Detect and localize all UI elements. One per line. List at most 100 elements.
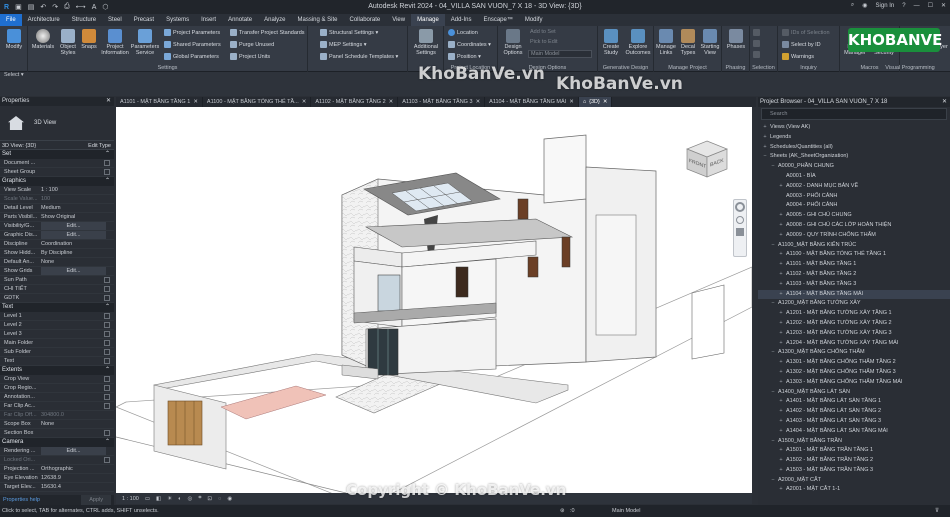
design-option-select[interactable]: Main Model — [528, 50, 592, 58]
panel-schedule-templates-button[interactable]: Panel Schedule Templates ▾ — [320, 53, 398, 60]
property-row[interactable]: Default An... None — [0, 258, 114, 267]
checkbox[interactable] — [104, 403, 110, 409]
section-set[interactable]: Set ⌃ — [0, 150, 114, 159]
coordinates-button[interactable]: Coordinates ▾ — [448, 41, 491, 48]
pan-icon[interactable] — [736, 228, 744, 236]
close-icon[interactable]: ✕ — [476, 97, 481, 107]
property-row[interactable]: Locked Ori... — [0, 456, 114, 465]
property-value[interactable] — [41, 429, 104, 437]
property-row[interactable]: Scale Value... 100 — [0, 195, 114, 204]
property-value[interactable] — [41, 348, 104, 356]
print-icon[interactable]: ⎙ — [64, 3, 70, 11]
select-dropdown[interactable]: Select ▾ — [4, 72, 24, 78]
property-value[interactable]: Coordination — [41, 240, 114, 248]
location-button[interactable]: Location — [448, 29, 478, 36]
manage-links-button[interactable]: Manage Links — [655, 29, 677, 56]
browser-item[interactable]: + A1404 - MẶT BẰNG LÁT SÀN TẦNG MÁI — [758, 427, 950, 437]
render-icon[interactable]: ◎ — [188, 496, 193, 502]
property-value[interactable] — [41, 357, 104, 365]
mep-settings-button[interactable]: MEP Settings ▾ — [320, 41, 367, 48]
browser-item[interactable]: A0003 - PHỐI CẢNH — [758, 192, 950, 202]
shadows-icon[interactable]: ◐ — [178, 496, 181, 502]
browser-search-input[interactable]: Search — [761, 108, 947, 120]
ids-of-selection-button[interactable]: IDs of Selection — [782, 29, 830, 36]
save-icon[interactable]: ▤ — [28, 3, 35, 11]
property-row[interactable]: Visibility/G... Edit... — [0, 222, 114, 231]
property-value[interactable]: 100 — [41, 195, 114, 203]
browser-item[interactable]: + A1402 - MẶT BẰNG LÁT SÀN TẦNG 2 — [758, 407, 950, 417]
tab-insert[interactable]: Insert — [195, 14, 222, 26]
project-information-button[interactable]: Project Information — [100, 29, 130, 56]
property-value[interactable]: 15630.4 — [41, 483, 114, 491]
viewcube[interactable]: FRONT BACK — [681, 137, 733, 181]
property-row[interactable]: Text — [0, 357, 114, 366]
browser-item[interactable]: − A1300_MẶT BẰNG CHỐNG THẤM — [758, 348, 950, 358]
checkbox[interactable] — [104, 331, 110, 337]
browser-item[interactable]: + A0005 - GHI CHÚ CHUNG — [758, 211, 950, 221]
search-icon[interactable]: ⌕ — [851, 2, 854, 9]
checkbox[interactable] — [104, 394, 110, 400]
property-value[interactable]: By Discipline — [41, 249, 114, 257]
close-icon[interactable]: ✕ — [942, 97, 950, 107]
checkbox[interactable] — [104, 340, 110, 346]
starting-view-button[interactable]: Starting View — [699, 29, 721, 56]
section-camera[interactable]: Camera ⌃ — [0, 438, 114, 447]
open-icon[interactable]: ▣ — [15, 3, 22, 11]
purge-unused-button[interactable]: Purge Unused — [230, 41, 274, 48]
property-value[interactable] — [41, 312, 104, 320]
tab-systems[interactable]: Systems — [160, 14, 195, 26]
tab-structure[interactable]: Structure — [66, 14, 102, 26]
browser-item[interactable]: + A0009 - QUY TRÌNH CHỐNG THẤM — [758, 231, 950, 241]
edit-button[interactable]: Edit... — [41, 267, 106, 275]
property-row[interactable]: Sun Path — [0, 276, 114, 285]
browser-item[interactable]: − A2000_MẶT CẮT — [758, 476, 950, 486]
browser-item[interactable]: + A1104 - MẶT BẰNG TẦNG MÁI — [758, 289, 950, 300]
section-extents[interactable]: Extents ⌃ — [0, 366, 114, 375]
browser-item[interactable]: − Sheets (AK_SheetOrganization) — [758, 152, 950, 162]
tab-modify[interactable]: Modify — [519, 14, 549, 26]
close-icon[interactable]: ✕ — [941, 2, 946, 9]
3d-viewport[interactable]: FRONT BACK — [116, 107, 752, 493]
reveal-hidden-icon[interactable]: ◉ — [227, 496, 232, 502]
property-row[interactable]: Scope Box None — [0, 420, 114, 429]
property-row[interactable]: Projection ... Orthographic — [0, 465, 114, 474]
tab-enscape[interactable]: Enscape™ — [477, 14, 518, 26]
browser-item[interactable]: + A1204 - MẶT BẰNG TƯỜNG XÂY TẦNG MÁI — [758, 339, 950, 349]
browser-item[interactable]: + A1103 - MẶT BẰNG TẦNG 3 — [758, 280, 950, 290]
global-parameters-button[interactable]: Global Parameters — [164, 53, 219, 60]
materials-button[interactable]: Materials — [30, 29, 56, 50]
property-value[interactable] — [41, 384, 104, 392]
tab-a1101[interactable]: A1101 - MẶT BẰNG TẦNG 1 ✕ — [116, 97, 203, 107]
browser-item[interactable]: + A1101 - MẶT BẰNG TẦNG 1 — [758, 260, 950, 270]
browser-item[interactable]: + A1502 - MẶT BẰNG TRẦN TẦNG 2 — [758, 456, 950, 466]
browser-item[interactable]: − A1400_MẶT BẰNG LÁT SÀN — [758, 388, 950, 398]
design-options-button[interactable]: Design Options — [500, 29, 526, 56]
close-icon[interactable]: ✕ — [106, 97, 114, 106]
property-row[interactable]: Section Box — [0, 429, 114, 438]
browser-item[interactable]: + Views (View AK) — [758, 123, 950, 133]
redo-icon[interactable]: ↷ — [52, 3, 58, 11]
tab-precast[interactable]: Precast — [128, 14, 160, 26]
load-selection-icon[interactable] — [753, 40, 760, 47]
tab-3d[interactable]: ⌂ {3D} ✕ — [578, 97, 613, 107]
property-row[interactable]: Show Grids Edit... — [0, 267, 114, 276]
browser-item[interactable]: + A0002 - DANH MỤC BẢN VẼ — [758, 182, 950, 192]
browser-item[interactable]: + A1100 - MẶT BẰNG TỔNG THỂ TẦNG 1 — [758, 250, 950, 260]
status-workset-icon[interactable]: ⊛ — [560, 505, 565, 517]
property-value[interactable] — [41, 375, 104, 383]
tab-massing-site[interactable]: Massing & Site — [291, 14, 343, 26]
property-row[interactable]: Document ... — [0, 159, 114, 168]
property-row[interactable]: Annotation... — [0, 393, 114, 402]
property-value[interactable]: Medium — [41, 204, 114, 212]
browser-item[interactable]: + A1302 - MẶT BẰNG CHỐNG THẤM TẦNG 3 — [758, 368, 950, 378]
tab-manage[interactable]: Manage — [411, 14, 445, 26]
text-icon[interactable]: A — [92, 4, 97, 11]
checkbox[interactable] — [104, 295, 110, 301]
browser-item[interactable]: − A1500_MẶT BẰNG TRẦN — [758, 437, 950, 447]
browser-item[interactable]: + A1102 - MẶT BẰNG TẦNG 2 — [758, 270, 950, 280]
checkbox[interactable] — [104, 457, 110, 463]
browser-item[interactable]: + A1503 - MẶT BẰNG TRẦN TẦNG 3 — [758, 466, 950, 476]
property-row[interactable]: Sub Folder — [0, 348, 114, 357]
project-units-button[interactable]: Project Units — [230, 53, 270, 60]
edit-button[interactable]: Edit... — [41, 447, 106, 455]
